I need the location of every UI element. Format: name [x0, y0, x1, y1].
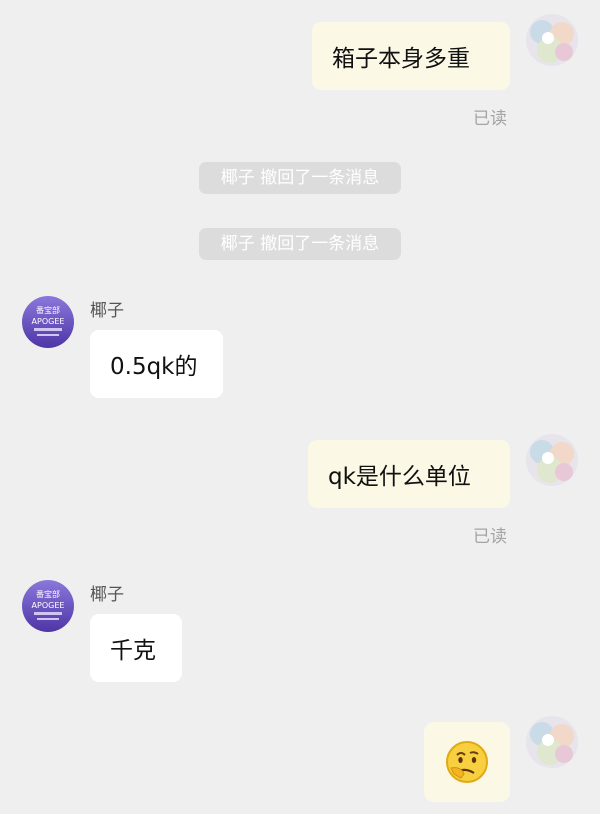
sender-name: 椰子 [90, 301, 124, 321]
emoji-message[interactable] [424, 722, 510, 802]
incoming-message-bubble[interactable]: 0.5qk的 [90, 330, 223, 398]
recall-notice: 椰子 撤回了一条消息 [199, 162, 401, 194]
recall-notice-text: 椰子 撤回了一条消息 [220, 234, 380, 254]
message-text: qk是什么单位 [328, 464, 471, 490]
outgoing-message-bubble[interactable]: 箱子本身多重 [312, 22, 510, 90]
svg-text:APOGEE: APOGEE [32, 601, 65, 610]
outgoing-message-bubble[interactable]: qk是什么单位 [308, 440, 510, 508]
pastel-avatar-icon [526, 14, 578, 66]
apogee-logo-icon: 番宝部 APOGEE [22, 296, 74, 348]
recall-notice: 椰子 撤回了一条消息 [199, 228, 401, 260]
pastel-avatar-icon [526, 716, 578, 768]
message-text: 0.5qk的 [110, 354, 198, 380]
sender-name: 椰子 [90, 585, 124, 605]
self-avatar[interactable] [526, 716, 578, 768]
contact-avatar[interactable]: 番宝部 APOGEE [22, 580, 74, 632]
read-receipt: 已读 [473, 527, 507, 547]
self-avatar[interactable] [526, 434, 578, 486]
incoming-message-bubble[interactable]: 千克 [90, 614, 182, 682]
contact-avatar[interactable]: 番宝部 APOGEE [22, 296, 74, 348]
svg-text:番宝部: 番宝部 [36, 589, 60, 599]
message-text: 箱子本身多重 [332, 46, 470, 72]
svg-text:APOGEE: APOGEE [32, 317, 65, 326]
recall-notice-text: 椰子 撤回了一条消息 [220, 168, 380, 188]
self-avatar[interactable] [526, 14, 578, 66]
pastel-avatar-icon [526, 434, 578, 486]
read-receipt: 已读 [473, 109, 507, 129]
svg-text:番宝部: 番宝部 [36, 305, 60, 315]
apogee-logo-icon: 番宝部 APOGEE [22, 580, 74, 632]
message-text: 千克 [110, 638, 156, 664]
thinking-face-icon [446, 741, 488, 783]
